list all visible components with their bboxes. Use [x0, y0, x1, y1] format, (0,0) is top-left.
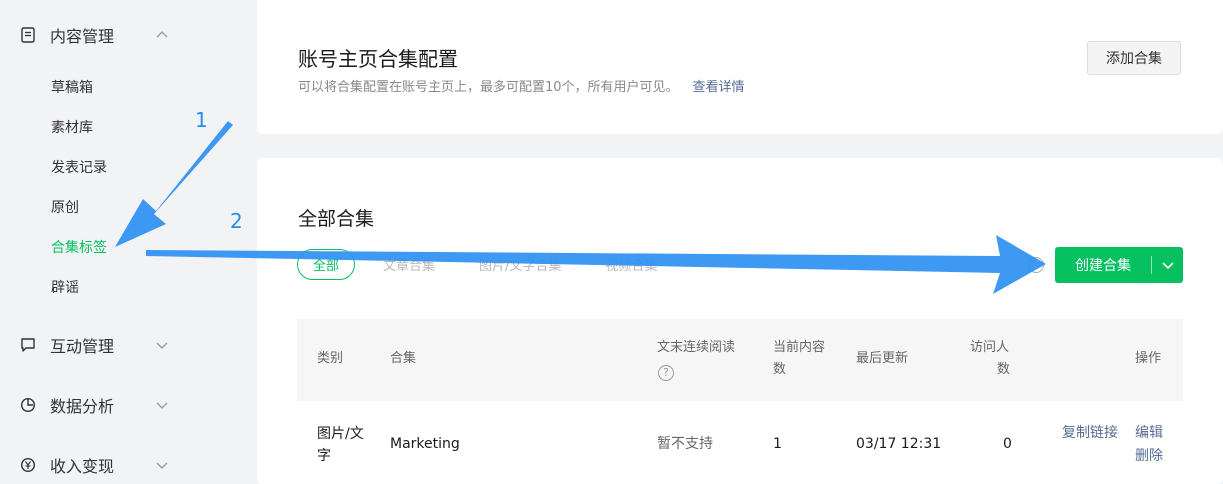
- row-content-count: 1: [773, 436, 782, 452]
- copy-link-button[interactable]: 复制链接: [1062, 422, 1118, 444]
- help-icon[interactable]: [1028, 257, 1044, 273]
- delete-button[interactable]: 删除: [1135, 445, 1163, 467]
- menu-label: 内容管理: [50, 27, 115, 46]
- menu-data-analysis[interactable]: 数据分析: [20, 393, 170, 417]
- filter-image-text[interactable]: 图片/文字合集: [479, 255, 561, 274]
- row-type-cont: 字: [317, 448, 331, 464]
- menu-interaction-management[interactable]: 互动管理: [20, 333, 170, 357]
- menu-content-management[interactable]: 内容管理: [20, 23, 170, 47]
- header-visitors: 访问人: [970, 340, 1010, 355]
- sidebar-item-collections[interactable]: 合集标签: [51, 238, 107, 258]
- sidebar-item-materials[interactable]: 素材库: [51, 118, 93, 138]
- sidebar-item-publish-records[interactable]: 发表记录: [51, 158, 107, 178]
- sidebar-item-drafts[interactable]: 草稿箱: [51, 78, 93, 98]
- menu-label: 数据分析: [50, 397, 115, 416]
- filter-tabs: 全部 文章合集 图片/文字合集 视频合集: [297, 248, 701, 280]
- row-last-update: 03/17 12:31: [856, 436, 942, 452]
- sidebar-item-rumor-refute[interactable]: 辟谣: [51, 278, 79, 298]
- filter-article[interactable]: 文章合集: [383, 255, 435, 274]
- config-description-text: 可以将合集配置在账号主页上，最多可配置10个，所有用户可见。: [298, 80, 679, 95]
- menu-label: 互动管理: [50, 337, 115, 356]
- create-collection-button[interactable]: 创建合集: [1055, 247, 1183, 283]
- step-number-1: 1: [195, 108, 208, 132]
- header-continuous-read: 文末连续阅读: [657, 340, 736, 355]
- menu-monetization[interactable]: 收入变现: [20, 453, 170, 477]
- sidebar: 内容管理 草稿箱 素材库 发表记录 原创 合集标签 辟谣 互动管理 数据分析 收…: [0, 0, 240, 484]
- header-visitors-cont: 数: [997, 362, 1011, 377]
- row-type: 图片/文: [317, 426, 364, 442]
- chevron-down-icon[interactable]: [1152, 258, 1183, 272]
- row-visitors: 0: [1003, 436, 1012, 452]
- config-title: 账号主页合集配置: [298, 47, 458, 71]
- header-current-count-cont: 数: [773, 362, 787, 377]
- table-header: 类别 合集 文末连续阅读 ? 当前内容 数 最后更新 访问人 数 操作: [297, 319, 1183, 401]
- config-description: 可以将合集配置在账号主页上，最多可配置10个，所有用户可见。 查看详情: [298, 76, 745, 95]
- comment-icon: [20, 337, 36, 353]
- header-actions: 操作: [1135, 351, 1162, 366]
- filter-all[interactable]: 全部: [297, 248, 356, 280]
- chevron-down-icon: [155, 337, 169, 351]
- header-current-count: 当前内容: [773, 340, 826, 355]
- view-details-link[interactable]: 查看详情: [693, 80, 745, 95]
- step-number-2: 2: [230, 209, 243, 233]
- create-collection-label[interactable]: 创建合集: [1055, 255, 1151, 275]
- add-collection-button[interactable]: 添加合集: [1087, 41, 1181, 75]
- all-collections-card: 全部合集 全部 文章合集 图片/文字合集 视频合集 创建合集 类别 合集 文末连…: [257, 158, 1223, 484]
- pie-chart-icon: [20, 397, 36, 413]
- chevron-down-icon: [155, 397, 169, 411]
- question-icon[interactable]: ?: [658, 361, 674, 381]
- header-last-update: 最后更新: [856, 351, 909, 366]
- header-collection: 合集: [390, 351, 417, 366]
- homepage-config-card: 账号主页合集配置 可以将合集配置在账号主页上，最多可配置10个，所有用户可见。查…: [257, 0, 1223, 134]
- menu-label: 收入变现: [50, 457, 115, 476]
- sidebar-item-original[interactable]: 原创: [51, 198, 79, 218]
- edit-button[interactable]: 编辑: [1135, 422, 1163, 444]
- yen-icon: [20, 457, 36, 473]
- chevron-up-icon: [155, 27, 169, 41]
- filter-video[interactable]: 视频合集: [605, 255, 657, 274]
- chevron-down-icon: [155, 457, 169, 471]
- document-icon: [20, 27, 36, 43]
- row-collection-name: Marketing: [390, 436, 460, 452]
- all-collections-title: 全部合集: [298, 208, 375, 230]
- row-continuous-read: 暂不支持: [657, 436, 713, 452]
- header-type: 类别: [317, 351, 344, 366]
